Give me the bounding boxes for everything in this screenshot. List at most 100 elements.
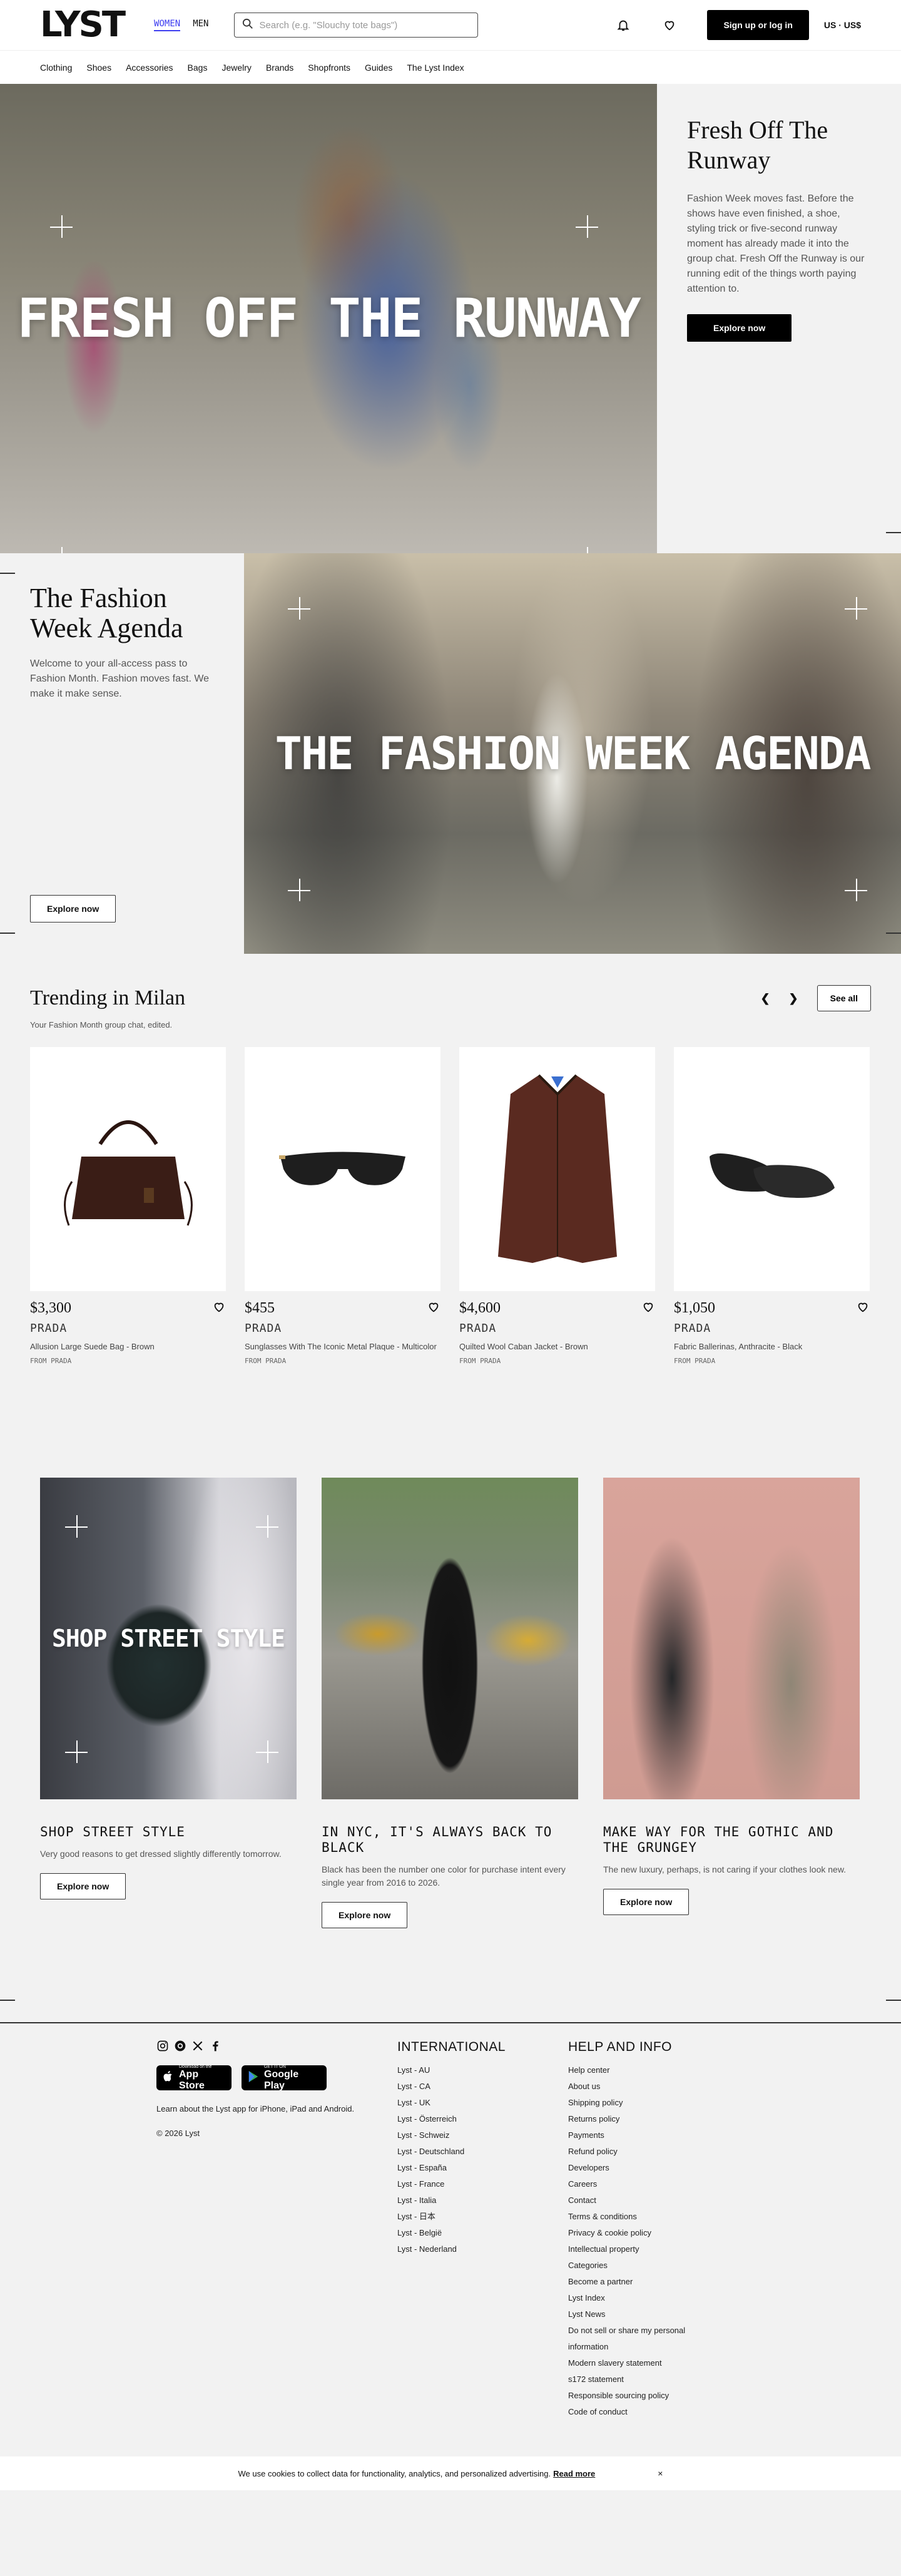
nav-clothing[interactable]: Clothing <box>40 63 72 73</box>
help-link[interactable]: s172 statement <box>568 2371 725 2388</box>
help-link[interactable]: Categories <box>568 2257 725 2274</box>
help-link[interactable]: Do not sell or share my personal informa… <box>568 2323 725 2355</box>
product-card[interactable]: $3,300 PRADA Allusion Large Suede Bag - … <box>30 1047 226 1365</box>
intl-link[interactable]: Lyst - AU <box>397 2062 568 2078</box>
product-brand[interactable]: PRADA <box>459 1322 655 1335</box>
product-image[interactable] <box>245 1047 440 1291</box>
product-card[interactable]: $4,600 PRADA Quilted Wool Caban Jacket -… <box>459 1047 655 1365</box>
intl-link[interactable]: Lyst - Italia <box>397 2192 568 2209</box>
hero-agenda-image[interactable]: THE FASHION WEEK AGENDA <box>244 553 901 954</box>
help-link[interactable]: Contact <box>568 2192 725 2209</box>
intl-link[interactable]: Lyst - Nederland <box>397 2241 568 2257</box>
threads-icon[interactable] <box>174 2040 186 2055</box>
hero-agenda-body: Welcome to your all-access pass to Fashi… <box>30 658 210 699</box>
editorial-image[interactable] <box>603 1477 860 1799</box>
intl-link[interactable]: Lyst - UK <box>397 2095 568 2111</box>
help-link[interactable]: Become a partner <box>568 2274 725 2290</box>
help-link[interactable]: Lyst Index <box>568 2290 725 2306</box>
hero-runway-overlay: FRESH OFF THE RUNWAY <box>17 287 641 350</box>
product-brand[interactable]: PRADA <box>30 1322 226 1335</box>
product-brand[interactable]: PRADA <box>245 1322 440 1335</box>
editorial-cta[interactable]: Explore now <box>322 1902 408 1929</box>
intl-link[interactable]: Lyst - France <box>397 2176 568 2192</box>
close-icon[interactable]: × <box>658 2468 663 2478</box>
nav-accessories[interactable]: Accessories <box>126 63 173 73</box>
product-brand[interactable]: PRADA <box>674 1322 870 1335</box>
help-link[interactable]: Terms & conditions <box>568 2209 725 2225</box>
intl-link[interactable]: Lyst - Deutschland <box>397 2144 568 2160</box>
nav-lyst-index[interactable]: The Lyst Index <box>407 63 464 73</box>
google-play-badge[interactable]: GET IT ON Google Play <box>242 2064 327 2091</box>
help-link[interactable]: Refund policy <box>568 2144 725 2160</box>
heart-icon[interactable] <box>661 16 678 34</box>
app-store-badge[interactable]: Download on the App Store <box>156 2065 232 2091</box>
nav-guides[interactable]: Guides <box>365 63 392 73</box>
hero-runway-image[interactable]: FRESH OFF THE RUNWAY <box>0 84 657 553</box>
heart-icon[interactable] <box>427 1300 440 1317</box>
product-card[interactable]: $1,050 PRADA Fabric Ballerinas, Anthraci… <box>674 1047 870 1365</box>
help-link[interactable]: Privacy & cookie policy <box>568 2225 725 2241</box>
bell-icon[interactable] <box>614 16 632 34</box>
editorial-image[interactable] <box>322 1477 578 1799</box>
help-link[interactable]: Lyst News <box>568 2306 725 2323</box>
nav-shopfronts[interactable]: Shopfronts <box>308 63 350 73</box>
product-image[interactable] <box>674 1047 870 1291</box>
nav-brands[interactable]: Brands <box>266 63 293 73</box>
editorial-cta[interactable]: Explore now <box>603 1889 690 1916</box>
intl-link[interactable]: Lyst - 日本 <box>397 2209 568 2225</box>
chevron-right-icon[interactable]: ❯ <box>789 992 798 1005</box>
help-link[interactable]: Responsible sourcing policy <box>568 2388 725 2404</box>
currency-selector[interactable]: US · US$ <box>824 20 861 30</box>
signup-button[interactable]: Sign up or log in <box>707 10 809 40</box>
help-link[interactable]: Code of conduct <box>568 2404 725 2420</box>
help-link[interactable]: Careers <box>568 2176 725 2192</box>
hero-runway-cta[interactable]: Explore now <box>687 314 792 342</box>
instagram-icon[interactable] <box>156 2040 169 2055</box>
nav-shoes[interactable]: Shoes <box>86 63 111 73</box>
nav-jewelry[interactable]: Jewelry <box>221 63 251 73</box>
editorial-image[interactable]: SHOP STREET STYLE <box>40 1477 297 1799</box>
intl-link[interactable]: Lyst - Schweiz <box>397 2127 568 2144</box>
hero-agenda-cta[interactable]: Explore now <box>30 895 116 923</box>
google-play-label: GET IT ON Google Play <box>264 2064 299 2091</box>
nav-bags[interactable]: Bags <box>188 63 208 73</box>
x-icon[interactable] <box>191 2040 204 2055</box>
editorial-title[interactable]: SHOP STREET STYLE <box>40 1824 297 1840</box>
search-box[interactable] <box>233 13 478 38</box>
cookie-read-more-link[interactable]: Read more <box>553 2469 595 2478</box>
chevron-left-icon[interactable]: ❮ <box>760 992 770 1005</box>
see-all-button[interactable]: See all <box>817 985 871 1011</box>
intl-link[interactable]: Lyst - España <box>397 2160 568 2176</box>
heart-icon[interactable] <box>212 1300 226 1317</box>
product-card[interactable]: $455 PRADA Sunglasses With The Iconic Me… <box>245 1047 440 1365</box>
facebook-icon[interactable] <box>209 2040 221 2055</box>
help-link[interactable]: Help center <box>568 2062 725 2078</box>
editorial-cta[interactable]: Explore now <box>40 1873 126 1900</box>
help-link[interactable]: Returns policy <box>568 2111 725 2127</box>
gender-women-tab[interactable]: WOMEN <box>154 19 181 31</box>
gender-men-tab[interactable]: MEN <box>193 19 208 31</box>
product-name[interactable]: Fabric Ballerinas, Anthracite - Black <box>674 1341 870 1353</box>
help-link[interactable]: Shipping policy <box>568 2095 725 2111</box>
heart-icon[interactable] <box>856 1300 870 1317</box>
editorial-title[interactable]: MAKE WAY FOR THE GOTHIC AND THE GRUNGEY <box>603 1824 860 1856</box>
handbag-icon <box>63 1120 193 1226</box>
product-name[interactable]: Sunglasses With The Iconic Metal Plaque … <box>245 1341 440 1353</box>
intl-link[interactable]: Lyst - België <box>397 2225 568 2241</box>
heart-icon[interactable] <box>641 1300 655 1317</box>
intl-link[interactable]: Lyst - Österreich <box>397 2111 568 2127</box>
lyst-logo[interactable]: LYST <box>40 8 126 43</box>
hero-runway-title: Fresh Off The Runway <box>687 116 828 174</box>
help-link[interactable]: Payments <box>568 2127 725 2144</box>
product-name[interactable]: Quilted Wool Caban Jacket - Brown <box>459 1341 655 1353</box>
product-image[interactable] <box>459 1047 655 1291</box>
product-image[interactable] <box>30 1047 226 1291</box>
help-link[interactable]: About us <box>568 2078 725 2095</box>
help-link[interactable]: Intellectual property <box>568 2241 725 2257</box>
intl-link[interactable]: Lyst - CA <box>397 2078 568 2095</box>
help-link[interactable]: Developers <box>568 2160 725 2176</box>
editorial-title[interactable]: IN NYC, IT'S ALWAYS BACK TO BLACK <box>322 1824 578 1856</box>
search-input[interactable] <box>259 19 470 31</box>
product-name[interactable]: Allusion Large Suede Bag - Brown <box>30 1341 226 1353</box>
help-link[interactable]: Modern slavery statement <box>568 2355 725 2371</box>
